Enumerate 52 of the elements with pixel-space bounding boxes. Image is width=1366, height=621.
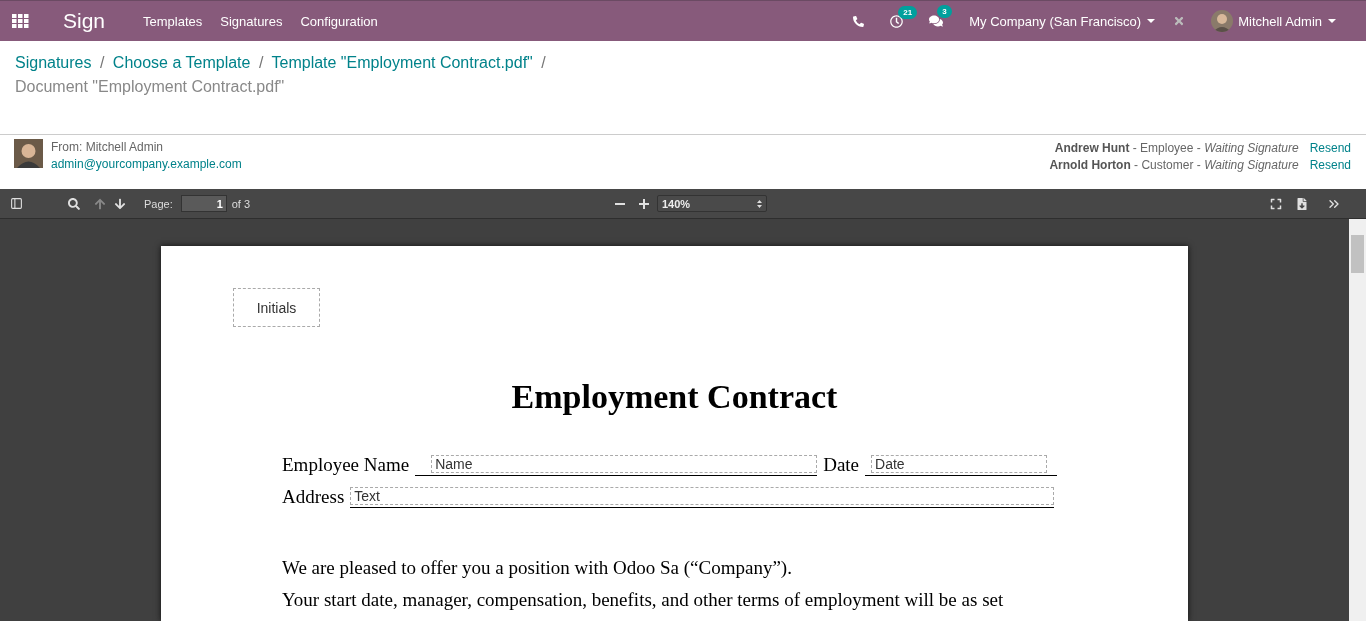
sidebar-toggle-icon[interactable] (10, 197, 23, 210)
message-count: 3 (937, 5, 952, 18)
page-label: Page: (144, 197, 173, 210)
next-page-icon[interactable] (114, 197, 126, 210)
signer-status: Arnold Horton - Customer - Waiting Signature (1049, 158, 1299, 172)
sender-avatar (14, 139, 43, 168)
breadcrumb-separator: / (541, 54, 546, 71)
scrollbar[interactable] (1349, 219, 1366, 621)
name-field[interactable]: Name (431, 455, 818, 473)
page-count: of 3 (231, 197, 251, 210)
menu-item[interactable]: Templates (143, 13, 203, 29)
breadcrumb-separator: / (99, 54, 105, 71)
download-icon[interactable] (1296, 197, 1308, 210)
user-menu[interactable]: Mitchell Admin (1238, 13, 1336, 29)
zoom-in-icon[interactable] (639, 198, 649, 209)
menu-item[interactable]: Configuration (300, 13, 378, 29)
breadcrumb[interactable]: Signatures (15, 54, 92, 71)
chat-icon[interactable] (929, 14, 944, 28)
apps-grid-icon[interactable] (12, 14, 29, 28)
paragraph: We are pleased to offer you a position with Odoo Sa (“Company”). (282, 556, 793, 580)
phone-icon[interactable] (853, 15, 865, 27)
initials-field[interactable]: Initials (233, 288, 320, 327)
field-label: Date (823, 454, 860, 476)
sender-name: From: Mitchell Admin (51, 139, 165, 156)
zoom-select[interactable]: 140% (657, 195, 767, 212)
field-label: Address (282, 486, 345, 508)
zoom-out-icon[interactable] (615, 202, 625, 205)
clock-icon[interactable] (890, 14, 904, 28)
paragraph: Your start date, manager, compensation, benefits, and other terms of employment will be as set (282, 588, 1005, 612)
document-title: Employment Contract (510, 378, 839, 416)
resend-link[interactable]: Resend (1309, 141, 1351, 155)
page-title: Document "Employment Contract.pdf" (15, 78, 285, 95)
breadcrumb[interactable]: Template "Employment Contract.pdf" (271, 54, 533, 71)
resend-link[interactable]: Resend (1309, 158, 1351, 172)
app-name: Sign (63, 9, 106, 33)
page-number-field[interactable]: 1 (180, 195, 227, 212)
previous-page-icon[interactable] (94, 197, 106, 210)
sender-email[interactable]: admin@yourcompany.example.com (51, 156, 242, 173)
company-switcher[interactable]: My Company (San Francisco) (969, 13, 1156, 29)
breadcrumb[interactable]: Choose a Template (112, 54, 251, 71)
debug-icon[interactable] (1173, 15, 1186, 27)
search-icon[interactable] (68, 197, 80, 210)
activity-count: 21 (898, 5, 918, 19)
user-avatar (1211, 10, 1234, 32)
fullscreen-icon[interactable] (1270, 197, 1282, 210)
field-label: Employee Name (282, 454, 410, 476)
breadcrumb-separator: / (258, 54, 264, 71)
select-arrows-icon (757, 199, 762, 208)
signer-status: Andrew Hunt - Employee - Waiting Signature (1053, 141, 1299, 155)
date-field[interactable]: Date (871, 455, 1048, 473)
name-field[interactable]: Text (350, 487, 1055, 505)
menu-item[interactable]: Signatures (220, 13, 283, 29)
